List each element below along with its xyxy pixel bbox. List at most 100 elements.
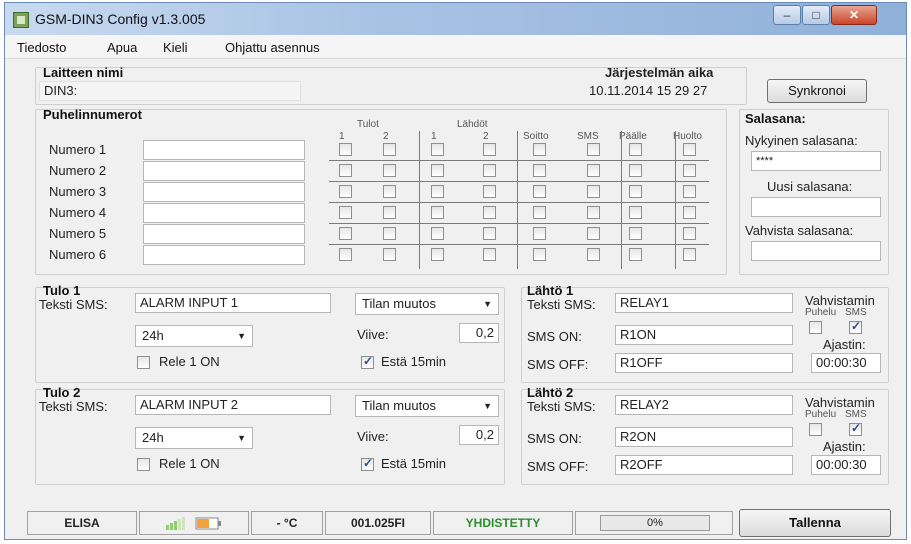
input-1-block-checkbox[interactable] <box>361 354 374 369</box>
menu-help[interactable]: Apua <box>107 40 137 55</box>
phone-permission-checkbox[interactable] <box>483 185 496 198</box>
phone-permission-checkbox[interactable] <box>339 164 352 177</box>
output-2-off-field[interactable]: R2OFF <box>615 455 793 475</box>
input-1-relay-label: Rele 1 ON <box>159 354 220 369</box>
phone-permission-checkbox[interactable] <box>587 206 600 219</box>
new-password-field[interactable] <box>751 197 881 217</box>
phone-permission-checkbox[interactable] <box>383 248 396 261</box>
confirm-password-field[interactable] <box>751 241 881 261</box>
phone-permission-checkbox[interactable] <box>339 143 352 156</box>
input-1-delay-field[interactable]: 0,2 <box>459 323 499 343</box>
output-1-sms-checkbox[interactable] <box>849 319 862 334</box>
phone-permission-checkbox[interactable] <box>483 164 496 177</box>
close-button[interactable]: ✕ <box>831 5 877 25</box>
phone-permission-checkbox[interactable] <box>483 206 496 219</box>
phone-permission-checkbox[interactable] <box>533 206 546 219</box>
phone-number-field[interactable] <box>143 182 305 202</box>
phone-permission-checkbox[interactable] <box>431 248 444 261</box>
phone-number-field[interactable] <box>143 224 305 244</box>
phone-number-field[interactable] <box>143 140 305 160</box>
output-2-sms-field[interactable]: RELAY2 <box>615 395 793 415</box>
output-1-on-field[interactable]: R1ON <box>615 325 793 345</box>
phone-permission-checkbox[interactable] <box>533 143 546 156</box>
output-2-timer-field[interactable]: 00:00:30 <box>811 455 881 475</box>
input-2-delay-field[interactable]: 0,2 <box>459 425 499 445</box>
output-2-on-field[interactable]: R2ON <box>615 427 793 447</box>
phone-permission-checkbox[interactable] <box>683 227 696 240</box>
phone-number-label: Numero 3 <box>49 184 107 199</box>
menu-setup-wizard[interactable]: Ohjattu asennus <box>225 40 320 55</box>
phone-permission-checkbox[interactable] <box>683 185 696 198</box>
phone-permission-checkbox[interactable] <box>483 227 496 240</box>
menu-language[interactable]: Kieli <box>163 40 188 55</box>
phone-permission-checkbox[interactable] <box>587 164 600 177</box>
phone-permission-checkbox[interactable] <box>683 164 696 177</box>
phone-permission-checkbox[interactable] <box>629 185 642 198</box>
phone-number-field[interactable] <box>143 203 305 223</box>
password-title: Salasana: <box>745 111 806 126</box>
phone-permission-checkbox[interactable] <box>383 185 396 198</box>
input-2-period-select[interactable]: 24h ▼ <box>135 427 253 449</box>
output-1-off-field[interactable]: R1OFF <box>615 353 793 373</box>
phone-number-field[interactable] <box>143 245 305 265</box>
input-2-block-checkbox[interactable] <box>361 456 374 471</box>
device-name-field[interactable]: DIN3: <box>39 81 301 101</box>
save-button[interactable]: Tallenna <box>739 509 891 537</box>
phone-permission-checkbox[interactable] <box>533 164 546 177</box>
phone-permission-checkbox[interactable] <box>383 227 396 240</box>
phone-permission-checkbox[interactable] <box>431 143 444 156</box>
phone-permission-checkbox[interactable] <box>683 206 696 219</box>
phone-permission-checkbox[interactable] <box>533 227 546 240</box>
output-2-call-checkbox[interactable] <box>809 423 822 436</box>
minimize-button[interactable]: – <box>773 5 801 25</box>
phone-permission-checkbox[interactable] <box>483 248 496 261</box>
phone-permission-checkbox[interactable] <box>587 248 600 261</box>
phone-permission-checkbox[interactable] <box>533 185 546 198</box>
input-2-title: Tulo 2 <box>43 385 81 400</box>
phone-permission-checkbox[interactable] <box>683 248 696 261</box>
phone-permission-checkbox[interactable] <box>629 164 642 177</box>
phone-number-field[interactable] <box>143 161 305 181</box>
phone-permission-checkbox[interactable] <box>431 185 444 198</box>
phone-permission-checkbox[interactable] <box>629 206 642 219</box>
phone-permission-checkbox[interactable] <box>383 206 396 219</box>
input-1-period-value: 24h <box>142 328 164 343</box>
input-1-period-select[interactable]: 24h ▼ <box>135 325 253 347</box>
input-1-mode-select[interactable]: Tilan muutos ▼ <box>355 293 499 315</box>
phone-permission-checkbox[interactable] <box>483 143 496 156</box>
input-2-relay-checkbox[interactable] <box>137 458 150 471</box>
phone-permission-checkbox[interactable] <box>629 143 642 156</box>
output-1-sms-field[interactable]: RELAY1 <box>615 293 793 313</box>
input-2-sms-field[interactable]: ALARM INPUT 2 <box>135 395 331 415</box>
menu-file[interactable]: Tiedosto <box>17 40 66 55</box>
phone-permission-checkbox[interactable] <box>587 143 600 156</box>
input-2-mode-select[interactable]: Tilan muutos ▼ <box>355 395 499 417</box>
phone-permission-checkbox[interactable] <box>383 164 396 177</box>
output-1-call-checkbox[interactable] <box>809 321 822 334</box>
phone-permission-checkbox[interactable] <box>339 248 352 261</box>
phone-permission-checkbox[interactable] <box>383 143 396 156</box>
phone-permission-checkbox[interactable] <box>431 227 444 240</box>
phone-permission-checkbox[interactable] <box>629 248 642 261</box>
sync-button[interactable]: Synkronoi <box>767 79 867 103</box>
phone-permission-checkbox[interactable] <box>629 227 642 240</box>
phone-permission-checkbox[interactable] <box>587 185 600 198</box>
phone-permission-checkbox[interactable] <box>431 206 444 219</box>
phone-permission-checkbox[interactable] <box>683 143 696 156</box>
input-1-sms-field[interactable]: ALARM INPUT 1 <box>135 293 331 313</box>
phone-column-header: Päälle <box>619 131 647 142</box>
phone-permission-checkbox[interactable] <box>339 185 352 198</box>
phone-permission-checkbox[interactable] <box>587 227 600 240</box>
phone-permission-checkbox[interactable] <box>533 248 546 261</box>
maximize-button[interactable]: □ <box>802 5 830 25</box>
input-1-relay-checkbox[interactable] <box>137 356 150 369</box>
input-1-title: Tulo 1 <box>43 283 81 298</box>
phone-permission-checkbox[interactable] <box>339 206 352 219</box>
current-password-field[interactable]: **** <box>751 151 881 171</box>
output-2-sms-checkbox[interactable] <box>849 421 862 436</box>
phone-permission-checkbox[interactable] <box>339 227 352 240</box>
output-1-timer-field[interactable]: 00:00:30 <box>811 353 881 373</box>
phone-permission-checkbox[interactable] <box>431 164 444 177</box>
input-2-mode-value: Tilan muutos <box>362 398 436 413</box>
inputs-group-label: Tulot <box>357 119 379 130</box>
